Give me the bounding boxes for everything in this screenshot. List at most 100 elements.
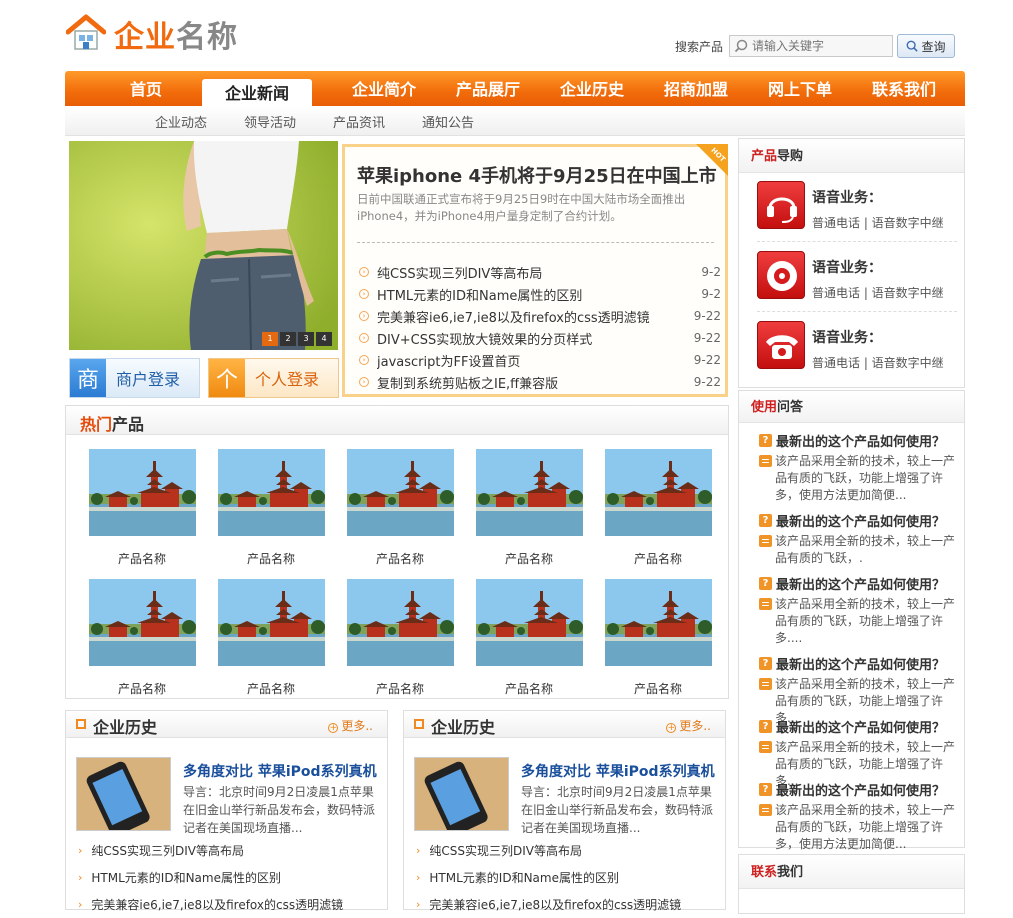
guide-item-title: 语音业务：	[812, 190, 882, 206]
list-item[interactable]: › HTML元素的ID和Name属性的区别	[416, 864, 716, 891]
list-item[interactable]: › 完美兼容ie6,ie7,ie8以及firefox的css透明滤镜	[78, 891, 378, 918]
product-card[interactable]: 产品名称	[604, 579, 712, 697]
search-button-label: 查询	[921, 39, 946, 54]
nav-item-company-history[interactable]: 企业历史	[547, 71, 637, 106]
logo-text-secondary: 名称	[176, 20, 238, 55]
guide-item-sub: 普通电话 | 语音数字中继	[812, 286, 944, 300]
qa-question[interactable]: ? 最新出的这个产品如何使用？	[759, 574, 945, 593]
list-item-label: 完美兼容ie6,ie7,ie8以及firefox的css透明滤镜	[429, 898, 682, 912]
banner-page-1[interactable]: 1	[262, 332, 278, 346]
search-button[interactable]: 查询	[897, 34, 955, 58]
qa-answer: 该产品采用全新的技术，较上一产品有质的飞跃，.	[759, 533, 964, 567]
product-card[interactable]: 产品名称	[217, 579, 325, 697]
square-bullet-icon	[76, 719, 86, 729]
product-card[interactable]: 产品名称	[88, 579, 196, 697]
banner-pagination: 1 2 3 4	[262, 332, 332, 346]
qa-question[interactable]: ? 最新出的这个产品如何使用？	[759, 431, 945, 450]
product-thumbnail[interactable]	[414, 757, 509, 831]
subnav-item-company-dynamics[interactable]: 企业动态	[155, 112, 207, 131]
more-link[interactable]: + 更多..	[328, 717, 373, 734]
bullet-icon: ›	[359, 333, 369, 343]
news-divider	[357, 242, 714, 243]
product-image	[475, 449, 583, 536]
banner-page-3[interactable]: 3	[298, 332, 314, 346]
history-product-title[interactable]: 多角度对比 苹果iPod系列真机	[183, 761, 377, 781]
news-headline[interactable]: 苹果iphone 4手机将于9月25日在中国上市	[357, 162, 717, 188]
nav-item-company-news[interactable]: 企业新闻	[202, 79, 312, 106]
product-card[interactable]: 产品名称	[88, 449, 196, 567]
more-link[interactable]: + 更多..	[666, 717, 711, 734]
logo-text[interactable]: 企业名称	[114, 12, 238, 56]
history-title: 企业历史	[93, 718, 158, 737]
banner-page-4[interactable]: 4	[316, 332, 332, 346]
news-list-item[interactable]: › 纯CSS实现三列DIV等高布局 9-2	[359, 261, 721, 283]
nav-item-product-hall[interactable]: 产品展厅	[443, 71, 533, 106]
nav-item-company-intro[interactable]: 企业简介	[339, 71, 429, 106]
list-item[interactable]: › HTML元素的ID和Name属性的区别	[78, 864, 378, 891]
question-icon: ?	[759, 577, 772, 590]
disc-icon	[757, 251, 805, 299]
nav-item-franchise[interactable]: 招商加盟	[651, 71, 741, 106]
logo-text-primary: 企业	[114, 20, 176, 55]
history-product-title[interactable]: 多角度对比 苹果iPod系列真机	[521, 761, 715, 781]
subnav-item-leader-activities[interactable]: 领导活动	[244, 112, 296, 131]
news-list-item[interactable]: › javascript为FF设置首页 9-22	[359, 349, 721, 371]
news-list-item[interactable]: › HTML元素的ID和Name属性的区别 9-2	[359, 283, 721, 305]
question-icon: ?	[759, 514, 772, 527]
bullet-icon: ›	[359, 311, 369, 321]
news-list: › 纯CSS实现三列DIV等高布局 9-2 › HTML元素的ID和Name属性的区别…	[359, 261, 721, 393]
nav-item-online-order[interactable]: 网上下单	[755, 71, 845, 106]
subnav-item-product-info[interactable]: 产品资讯	[333, 112, 385, 131]
list-item[interactable]: › 纯CSS实现三列DIV等高布局	[416, 837, 716, 864]
personal-login-button[interactable]: 个 个人登录	[208, 358, 339, 398]
merchant-login-button[interactable]: 商 商户登录	[69, 358, 200, 398]
history-list: › 纯CSS实现三列DIV等高布局 › HTML元素的ID和Name属性的区别 › 完…	[416, 837, 716, 918]
question-icon: ?	[759, 657, 772, 670]
product-card[interactable]: 产品名称	[346, 579, 454, 697]
search-field[interactable]	[729, 35, 893, 57]
qa-question[interactable]: ? 最新出的这个产品如何使用？	[759, 780, 945, 799]
nav-item-home[interactable]: 首页	[111, 71, 181, 106]
product-card[interactable]: 产品名称	[475, 579, 583, 697]
bullet-icon: ›	[359, 289, 369, 299]
product-image	[604, 449, 712, 536]
product-name: 产品名称	[246, 682, 295, 696]
logo-house-icon[interactable]	[65, 14, 107, 50]
news-list-item[interactable]: › 完美兼容ie6,ie7,ie8以及firefox的css透明滤镜 9-22	[359, 305, 721, 327]
product-guide-title-rest: 导购	[777, 149, 804, 164]
qa-question-text: 最新出的这个产品如何使用？	[776, 515, 946, 530]
news-list-item[interactable]: › 复制到系统剪贴板之IE,ff兼容版 9-22	[359, 371, 721, 393]
list-item[interactable]: › 纯CSS实现三列DIV等高布局	[78, 837, 378, 864]
company-history-panel-2: 企业历史 + 更多.. 多角度对比 苹果iPod系列真机 导言：北京时间9月2日凌…	[403, 710, 726, 912]
banner-slideshow[interactable]: 1 2 3 4	[69, 141, 338, 350]
news-item-date: 9-22	[693, 375, 721, 389]
product-card[interactable]: 产品名称	[217, 449, 325, 567]
comment-icon	[759, 598, 772, 610]
more-link-label: 更多..	[679, 719, 711, 733]
news-list-item[interactable]: › DIV+CSS实现放大镜效果的分页样式 9-22	[359, 327, 721, 349]
qa-question[interactable]: ? 最新出的这个产品如何使用？	[759, 717, 945, 736]
banner-page-2[interactable]: 2	[280, 332, 296, 346]
guide-item[interactable]: 语音业务： 普通电话 | 语音数字中继	[757, 321, 957, 381]
product-card[interactable]: 产品名称	[604, 449, 712, 567]
search-input[interactable]	[752, 37, 887, 55]
qa-question-text: 最新出的这个产品如何使用？	[776, 435, 946, 450]
list-item[interactable]: › 完美兼容ie6,ie7,ie8以及firefox的css透明滤镜	[416, 891, 716, 918]
guide-item[interactable]: 语音业务： 普通电话 | 语音数字中继	[757, 251, 957, 311]
guide-item-sub: 普通电话 | 语音数字中继	[812, 356, 944, 370]
guide-item[interactable]: 语音业务： 普通电话 | 语音数字中继	[757, 181, 957, 241]
hot-products-title: 热门产品	[80, 411, 144, 435]
product-card[interactable]: 产品名称	[475, 449, 583, 567]
bullet-icon: ›	[359, 377, 369, 387]
search-icon	[734, 39, 748, 53]
product-guide-title-highlight: 产品	[751, 149, 778, 164]
product-card[interactable]: 产品名称	[346, 449, 454, 567]
arrow-icon: ›	[416, 844, 421, 857]
subnav-item-notices[interactable]: 通知公告	[422, 112, 474, 131]
qa-question[interactable]: ? 最新出的这个产品如何使用？	[759, 511, 945, 530]
history-header: 企业历史 + 更多..	[404, 711, 725, 738]
nav-item-contact-us[interactable]: 联系我们	[859, 71, 949, 106]
product-thumbnail[interactable]	[76, 757, 171, 831]
qa-question[interactable]: ? 最新出的这个产品如何使用？	[759, 654, 945, 673]
history-title: 企业历史	[431, 718, 496, 737]
